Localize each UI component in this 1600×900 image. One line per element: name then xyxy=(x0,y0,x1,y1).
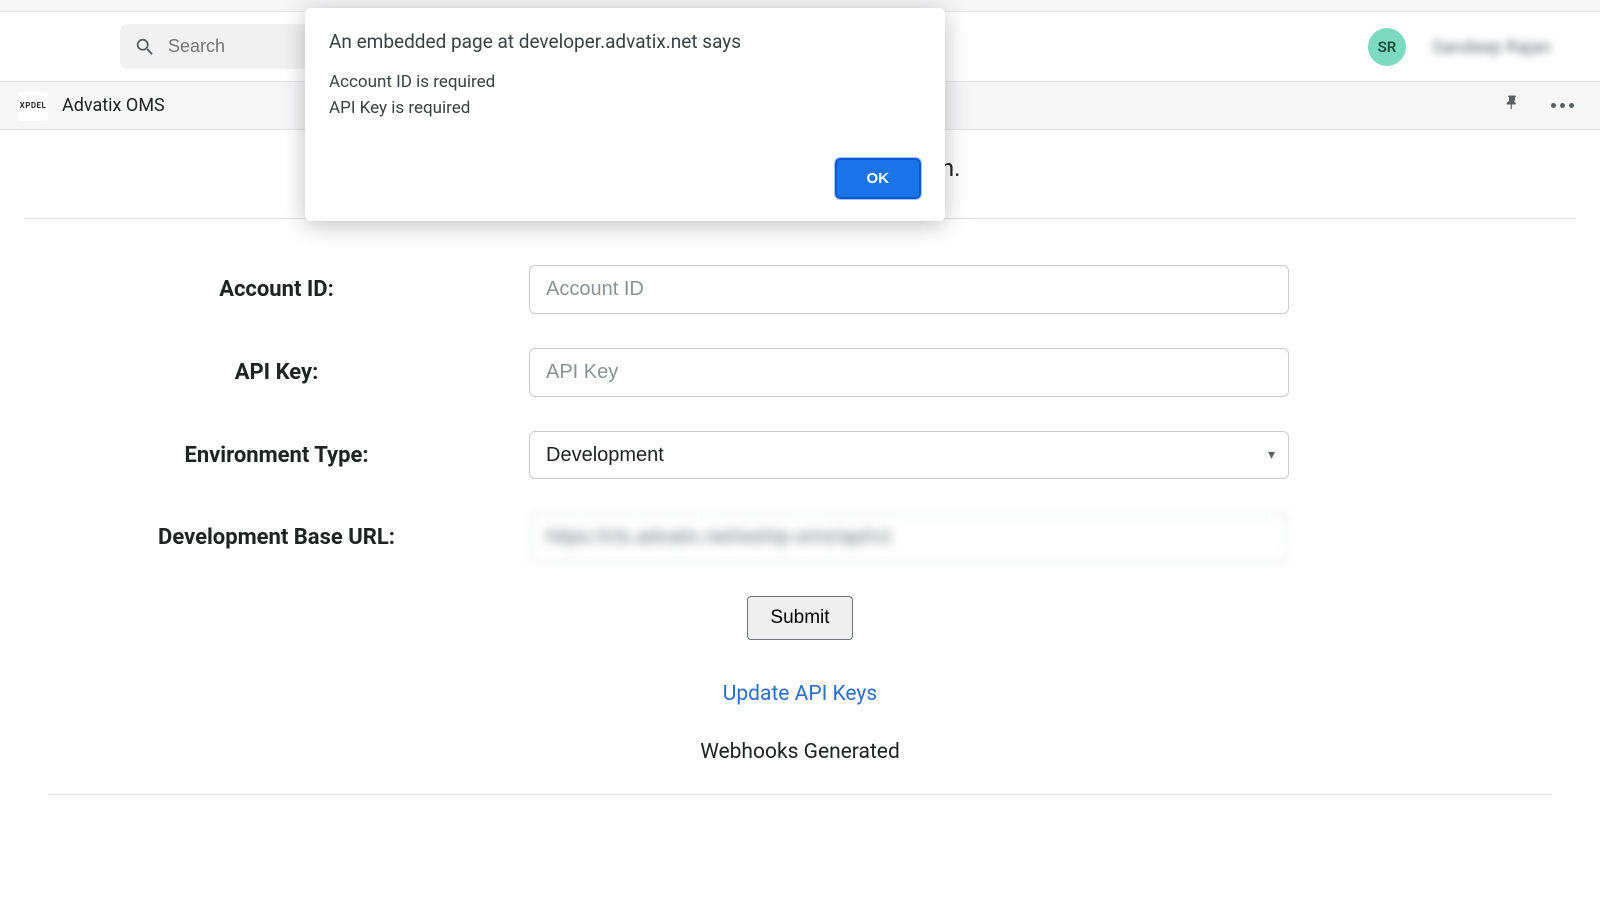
search-icon xyxy=(134,36,156,58)
submit-button[interactable]: Submit xyxy=(747,596,852,640)
js-alert-dialog: An embedded page at developer.advatix.ne… xyxy=(305,8,945,221)
webhooks-status: Webhooks Generated xyxy=(48,740,1552,795)
pin-icon[interactable] xyxy=(1495,90,1529,121)
environment-label: Environment Type: xyxy=(24,443,529,468)
alert-message-line2: API Key is required xyxy=(329,95,921,121)
account-id-input[interactable] xyxy=(529,265,1289,314)
update-api-keys-link[interactable]: Update API Keys xyxy=(723,682,877,706)
app-title: Advatix OMS xyxy=(62,95,165,116)
username-label: Sandeep Rajan xyxy=(1432,37,1582,57)
api-key-label: API Key: xyxy=(24,360,529,385)
base-url-label: Development Base URL: xyxy=(24,525,529,550)
alert-message-line1: Account ID is required xyxy=(329,69,921,95)
config-form: Account ID: API Key: Environment Type: D… xyxy=(0,219,1600,795)
base-url-input[interactable] xyxy=(529,513,1289,562)
more-icon[interactable] xyxy=(1543,99,1582,112)
avatar[interactable]: SR xyxy=(1368,28,1406,66)
alert-title: An embedded page at developer.advatix.ne… xyxy=(329,30,921,53)
app-logo-icon: XPDEL xyxy=(18,91,48,121)
account-id-label: Account ID: xyxy=(24,277,529,302)
alert-ok-button[interactable]: OK xyxy=(835,158,922,199)
api-key-input[interactable] xyxy=(529,348,1289,397)
environment-select[interactable]: Development xyxy=(529,431,1289,479)
